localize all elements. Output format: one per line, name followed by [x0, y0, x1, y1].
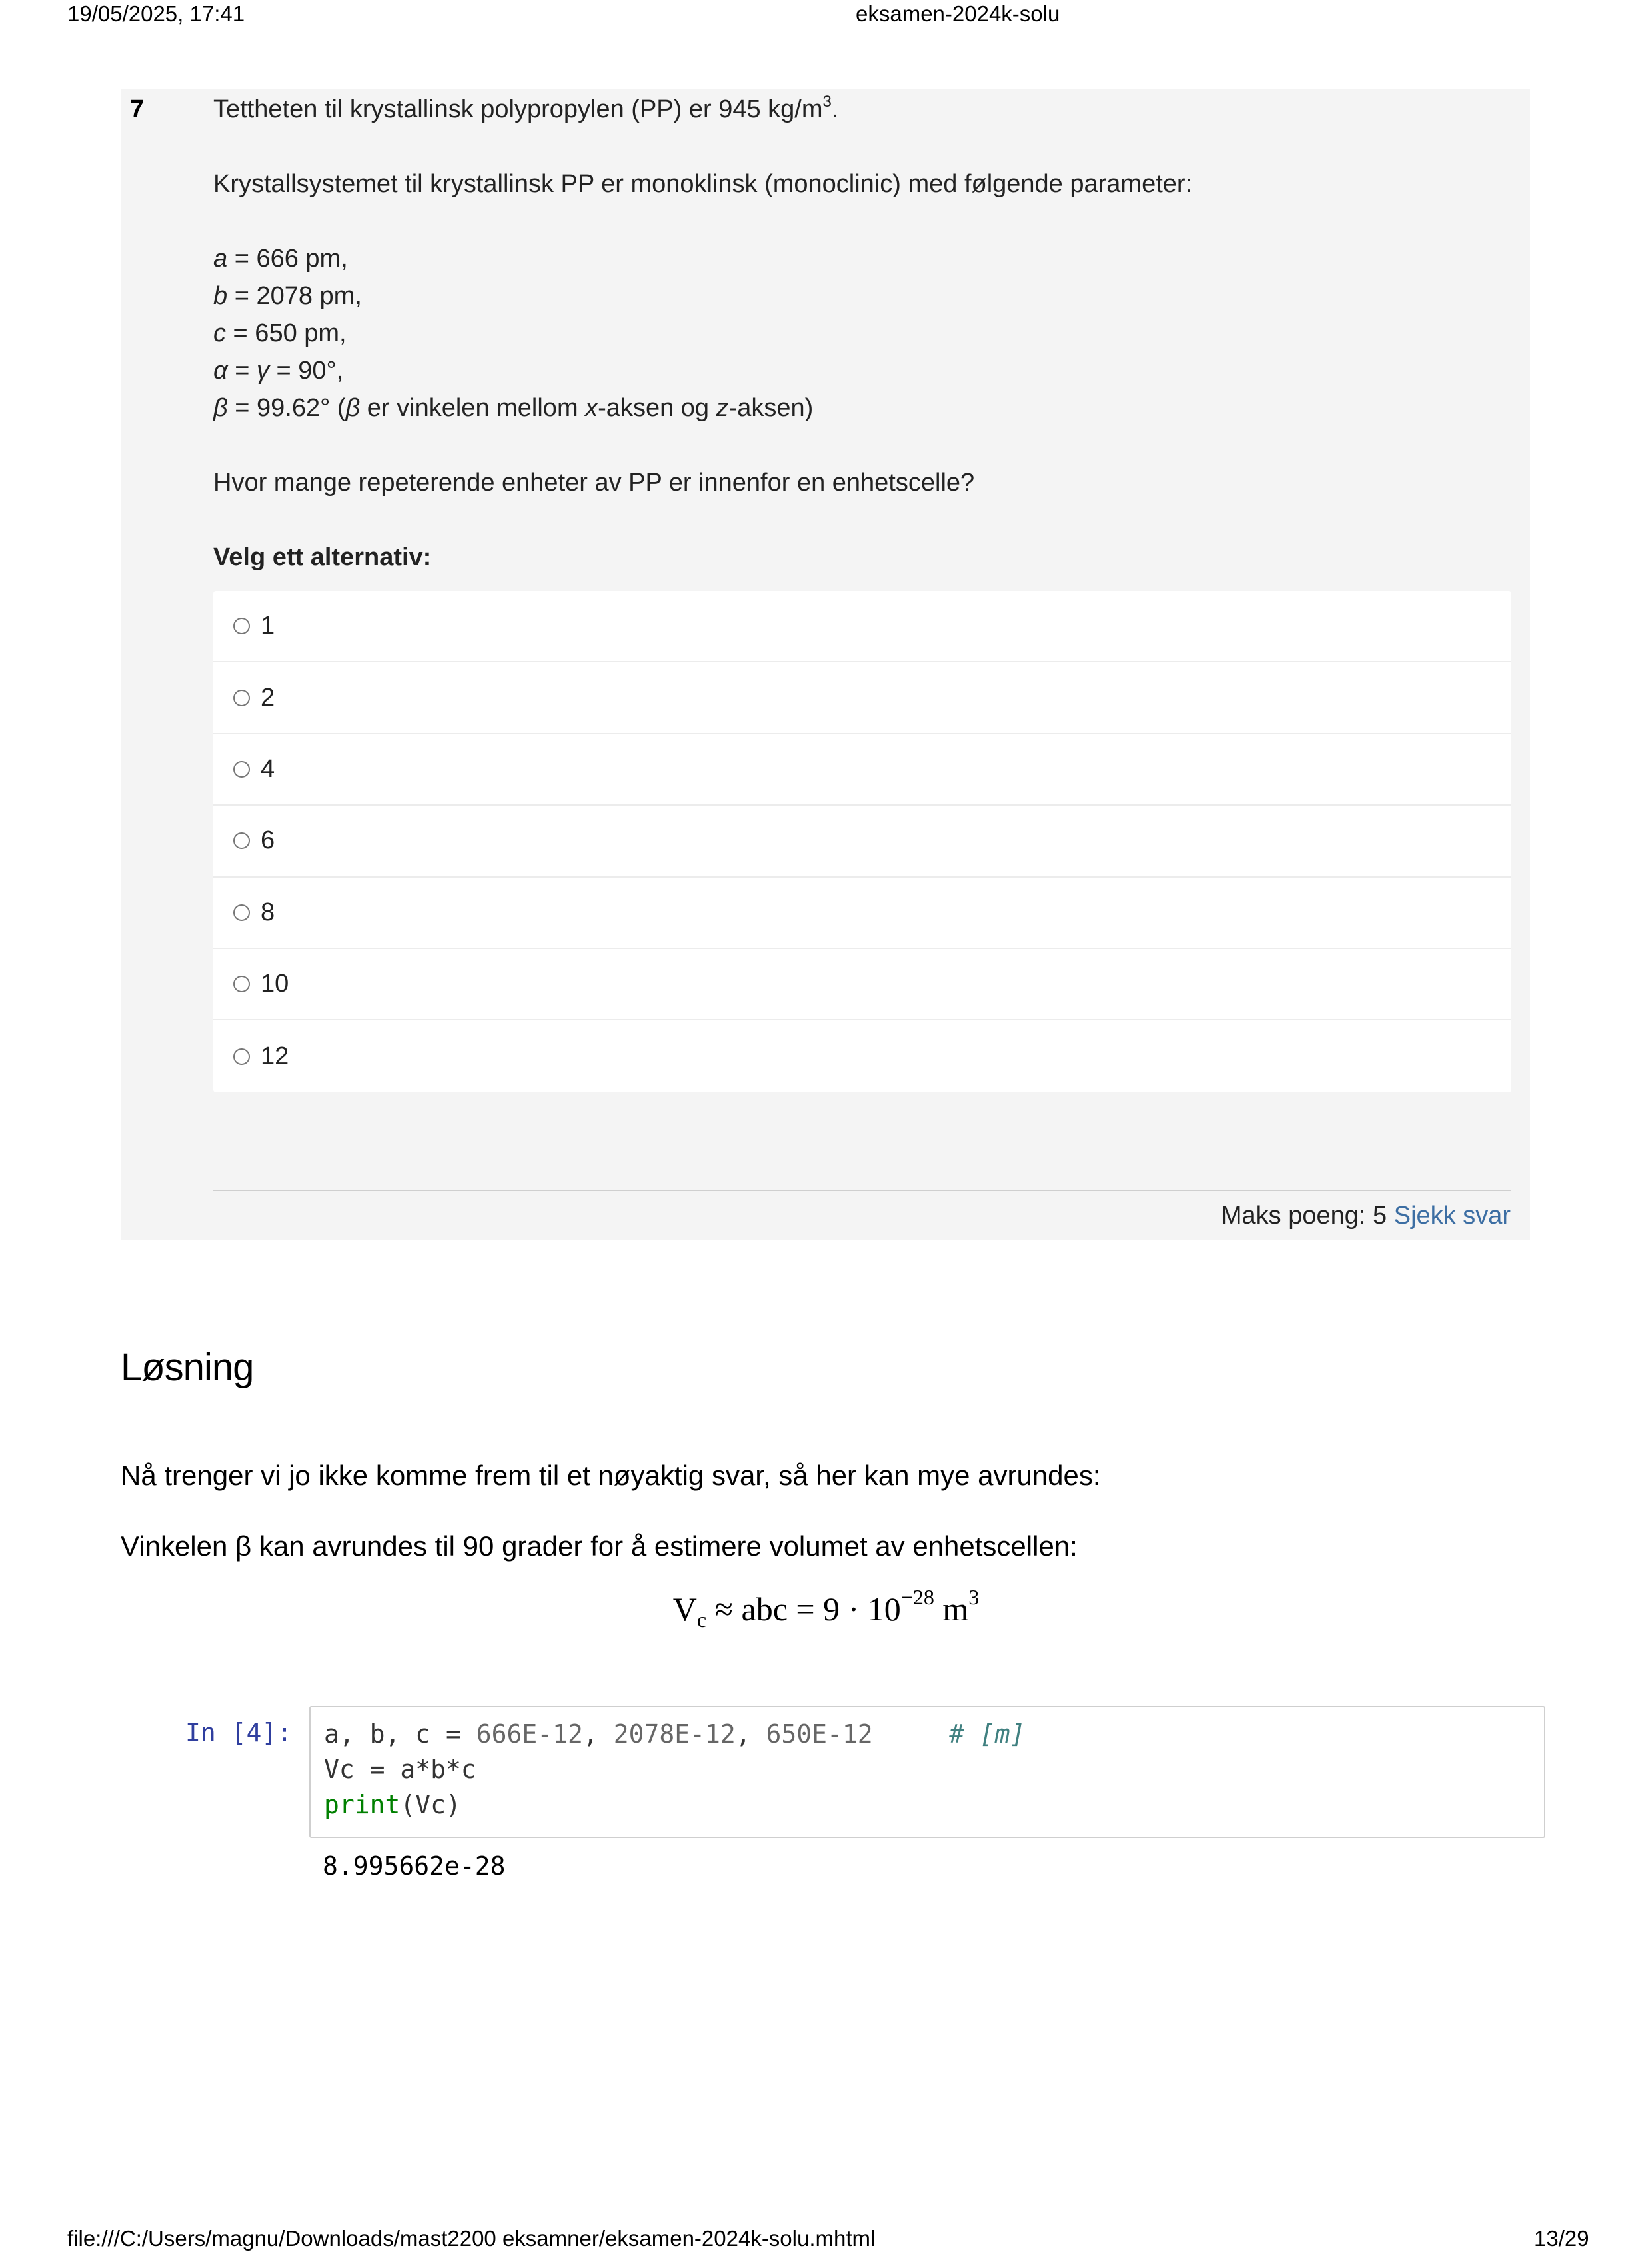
- param-a: a = 666 pm,: [213, 245, 348, 273]
- code-cell-prompt: In [4]:: [185, 1718, 293, 1747]
- solution-title: Løsning: [121, 1346, 254, 1389]
- radio-icon[interactable]: [233, 1048, 250, 1065]
- answer-options: 1 2 4 6 8 10 12: [213, 591, 1511, 1092]
- solution-para-1: Nå trenger vi jo ikke komme frem til et …: [121, 1460, 1101, 1491]
- choose-label: Velg ett alternativ:: [213, 543, 432, 571]
- max-points: Maks poeng: 5: [1220, 1202, 1387, 1230]
- option-10[interactable]: 10: [213, 949, 1511, 1021]
- option-1[interactable]: 1: [213, 591, 1511, 663]
- radio-icon[interactable]: [233, 689, 250, 706]
- radio-icon[interactable]: [233, 760, 250, 778]
- option-6[interactable]: 6: [213, 806, 1511, 878]
- print-doc-title: eksamen-2024k-solu: [856, 1, 1060, 26]
- code-line-3: print(Vc): [324, 1790, 461, 1819]
- option-4[interactable]: 4: [213, 734, 1511, 806]
- print-file-path: file:///C:/Users/magnu/Downloads/mast220…: [67, 2226, 876, 2251]
- param-c: c = 650 pm,: [213, 319, 347, 347]
- print-page-number: 13/29: [1534, 2226, 1589, 2251]
- code-cell-output: 8.995662e-28: [323, 1851, 506, 1881]
- question-divider: [213, 1190, 1511, 1191]
- question-density-text: Tettheten til krystallinsk polypropylen …: [213, 93, 839, 123]
- volume-formula: Vc ≈ abc = 9 · 10−28 m3: [672, 1585, 980, 1632]
- code-line-2: Vc = a*b*c: [324, 1755, 476, 1784]
- option-8[interactable]: 8: [213, 878, 1511, 949]
- question-box: 7 Tettheten til krystallinsk polypropyle…: [121, 89, 1530, 1240]
- code-cell-input[interactable]: a, b, c = 666E-12, 2078E-12, 650E-12 # […: [309, 1706, 1545, 1838]
- question-prompt: Hvor mange repeterende enheter av PP er …: [213, 469, 975, 497]
- radio-icon[interactable]: [233, 976, 250, 993]
- solution-para-2: Vinkelen β kan avrundes til 90 grader fo…: [121, 1530, 1078, 1562]
- radio-icon[interactable]: [233, 832, 250, 850]
- option-2[interactable]: 2: [213, 662, 1511, 734]
- print-datetime: 19/05/2025, 17:41: [67, 1, 245, 26]
- radio-icon[interactable]: [233, 904, 250, 921]
- question-number: 7: [130, 95, 145, 123]
- param-alpha-gamma: α = γ = 90°,: [213, 357, 344, 385]
- code-line-1: a, b, c = 666E-12, 2078E-12, 650E-12 # […: [324, 1719, 1026, 1749]
- check-answer-link[interactable]: Sjekk svar: [1394, 1202, 1511, 1230]
- param-beta: β = 99.62° (β er vinkelen mellom x-aksen…: [213, 394, 814, 422]
- radio-icon[interactable]: [233, 618, 250, 635]
- param-b: b = 2078 pm,: [213, 282, 362, 310]
- option-12[interactable]: 12: [213, 1020, 1511, 1092]
- question-footer: Maks poeng: 5 Sjekk svar: [1221, 1202, 1511, 1230]
- question-system-text: Krystallsystemet til krystallinsk PP er …: [213, 170, 1193, 198]
